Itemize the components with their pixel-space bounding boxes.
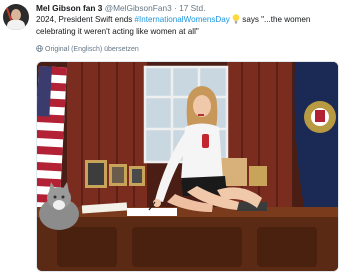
avatar-body xyxy=(7,20,25,30)
tweet-text: 2024, President Swift ends #Internationa… xyxy=(36,14,336,37)
header-separator: · xyxy=(174,3,177,13)
hashtag-link[interactable]: #InternationalWomensDay xyxy=(135,15,230,24)
tweet-time[interactable]: 17 Std. xyxy=(179,3,205,13)
tweet: Mel Gibson fan 3 @MelGibsonFan3 · 17 Std… xyxy=(0,0,340,275)
tweet-text-line2: celebrating it weren't acting like women… xyxy=(36,26,199,36)
tweet-media-image[interactable] xyxy=(36,61,339,272)
tweet-text-prefix: 2024, President Swift ends xyxy=(36,15,135,24)
globe-icon xyxy=(36,45,43,52)
author-handle[interactable]: @MelGibsonFan3 xyxy=(105,3,172,13)
author-avatar[interactable] xyxy=(3,4,29,30)
soda-can xyxy=(202,134,209,148)
desk-panels xyxy=(57,227,317,267)
translate-link[interactable]: Original (Englisch) übersetzen xyxy=(36,45,139,53)
lightbulb-emoji-icon xyxy=(232,14,240,24)
tweet-header: Mel Gibson fan 3 @MelGibsonFan3 · 17 Std… xyxy=(36,3,205,14)
translate-label: Original (Englisch) übersetzen xyxy=(45,46,139,53)
author-name[interactable]: Mel Gibson fan 3 xyxy=(36,3,102,13)
tweet-text-suffix: says "...the women xyxy=(240,15,311,24)
oval-office-photo xyxy=(37,62,338,271)
